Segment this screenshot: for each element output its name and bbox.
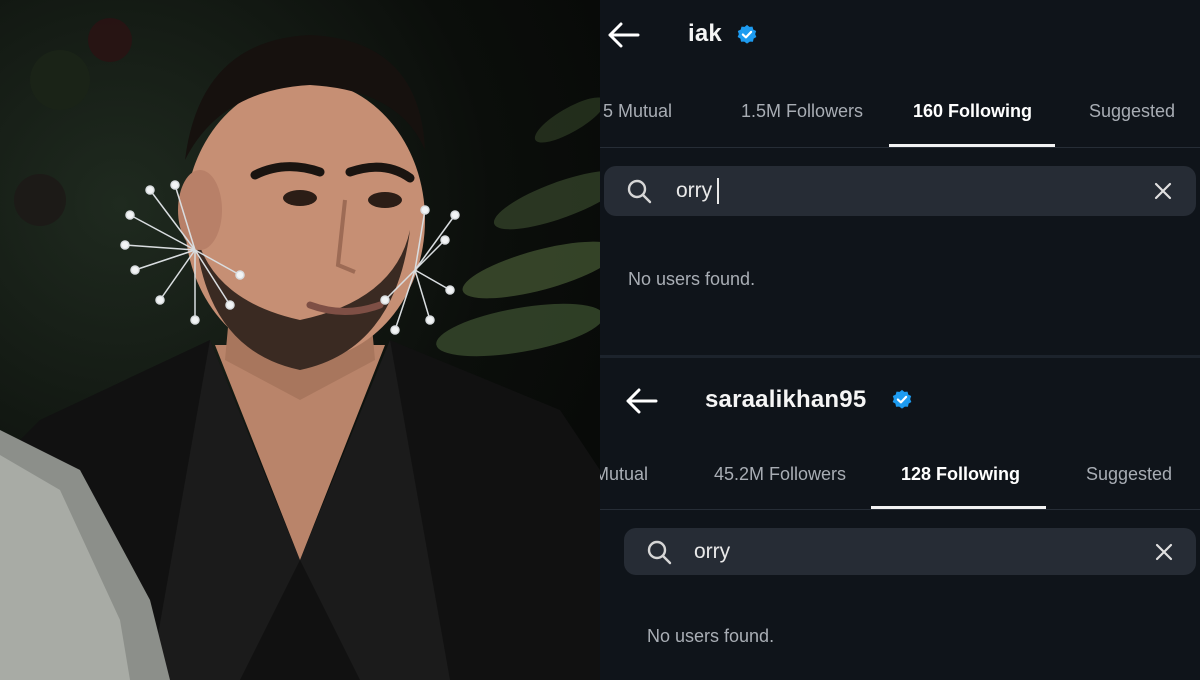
search-icon [627,179,652,204]
tab-following[interactable]: 128 Following [901,464,1020,485]
close-icon[interactable] [1154,182,1172,200]
profile-panel-iak: iak 5 Mutual 1.5M Followers 160 Followin… [600,0,1200,356]
tab-followers[interactable]: 45.2M Followers [714,464,846,485]
back-arrow-icon[interactable] [606,20,640,50]
portrait-photo [0,18,600,680]
tab-mutual[interactable]: Mutual [600,464,648,485]
search-input[interactable]: orry [676,179,712,203]
text-caret [717,178,719,204]
tab-following[interactable]: 160 Following [913,101,1032,122]
verified-badge-icon [737,24,757,44]
photo-panel [0,0,600,680]
search-field[interactable]: orry [624,528,1196,575]
profile-username: saraalikhan95 [705,386,867,413]
search-input[interactable]: orry [694,540,730,564]
search-field[interactable]: orry [604,166,1196,216]
profile-username: iak [688,20,722,47]
active-tab-indicator [889,144,1055,147]
verified-badge-icon [892,389,912,409]
empty-results-message: No users found. [628,269,756,289]
search-icon [647,540,672,565]
tab-bar-rule [600,509,1200,510]
tab-followers[interactable]: 1.5M Followers [741,101,863,122]
close-icon[interactable] [1155,543,1173,561]
tab-mutual[interactable]: 5 Mutual [603,101,672,122]
back-arrow-icon[interactable] [624,386,658,416]
tab-suggested[interactable]: Suggested [1089,101,1175,122]
active-tab-indicator [871,506,1046,509]
empty-results-message: No users found. [647,626,775,646]
tab-suggested[interactable]: Suggested [1086,464,1172,485]
profile-panel-saraalikhan95: saraalikhan95 Mutual 45.2M Followers 128… [600,358,1200,680]
tab-bar-rule [600,147,1200,148]
